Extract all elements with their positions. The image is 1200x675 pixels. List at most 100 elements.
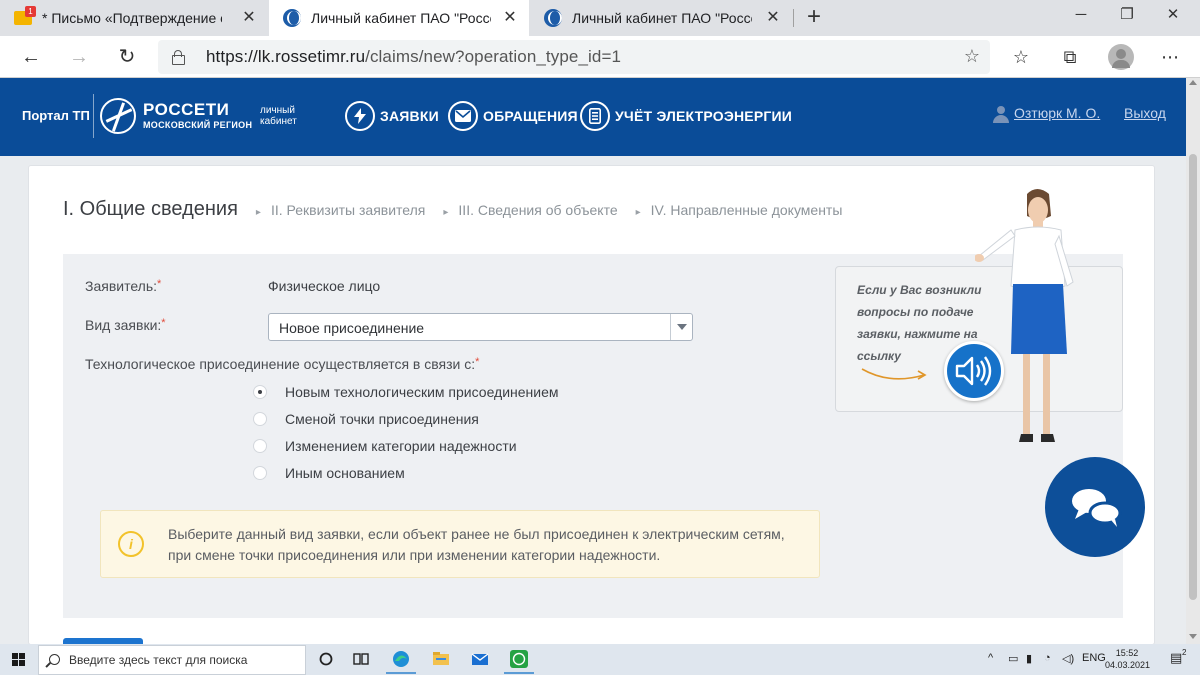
back-button[interactable]: ← [18, 44, 44, 70]
info-notice: i Выберите данный вид заявки, если объек… [100, 510, 820, 578]
windows-taskbar: Введите здесь текст для поиска ^ ▭ ▮ ◔ ◁… [0, 644, 1200, 675]
step-applicant-details[interactable]: II. Реквизиты заявителя [271, 202, 425, 218]
tray-volume-icon[interactable]: ◁) [1062, 652, 1074, 665]
notifications-icon[interactable]: ▤ [1170, 650, 1182, 666]
radio-change-category[interactable]: Изменением категории надежности [253, 438, 517, 454]
chat-bubbles-icon [1072, 489, 1122, 527]
info-icon: i [118, 531, 144, 557]
forward-button[interactable]: → [66, 44, 92, 70]
meter-icon [580, 101, 610, 131]
lightning-icon [345, 101, 375, 131]
page-scrollbar[interactable] [1186, 78, 1200, 644]
menu-claims[interactable]: ЗАЯВКИ [345, 100, 439, 132]
address-bar[interactable]: https://lk.rossetimr.ru/claims/new?opera… [158, 40, 990, 74]
step-object-info[interactable]: III. Сведения об объекте [458, 202, 617, 218]
radio-other-reason[interactable]: Иным основанием [253, 465, 405, 481]
chevron-right-icon: ▸ [635, 207, 641, 218]
favorites-icon[interactable]: ☆ [1008, 44, 1034, 70]
logout-link[interactable]: Выход [1124, 105, 1166, 121]
portal-tp-link[interactable]: Портал ТП [22, 108, 90, 123]
radio-change-point[interactable]: Сменой точки присоединения [253, 411, 479, 427]
search-icon [49, 654, 60, 665]
scroll-down-icon[interactable] [1189, 634, 1197, 639]
step-general-info[interactable]: I. Общие сведения [63, 198, 238, 221]
edge-browser-icon[interactable] [390, 649, 412, 669]
task-view-icon[interactable] [350, 649, 372, 669]
browser-toolbar: ← → ↻ https://lk.rossetimr.ru/claims/new… [0, 36, 1200, 78]
tab-title: * Письмо «Подтверждение e-m [42, 10, 222, 26]
tab-rosseti-active[interactable]: Личный кабинет ПАО "Россети ✕ [269, 0, 529, 36]
menu-label: ЗАЯВКИ [380, 108, 439, 124]
rosseti-favicon-icon [544, 9, 562, 27]
radio-button[interactable] [253, 466, 267, 480]
rosseti-favicon-icon [283, 9, 301, 27]
tray-device-icon[interactable]: ▭ [1008, 652, 1018, 665]
collections-icon[interactable]: ⧉ [1057, 44, 1083, 70]
personal-cabinet-label: личный кабинет [260, 105, 297, 127]
site-header: Портал ТП РОССЕТИ МОСКОВСКИЙ РЕГИОН личн… [0, 78, 1186, 156]
tab-title: Личный кабинет ПАО "Россети [572, 10, 752, 26]
user-name-link[interactable]: Озтюрк М. О. [1014, 105, 1100, 121]
mail-icon [14, 6, 36, 25]
chevron-down-icon[interactable] [670, 314, 692, 340]
profile-avatar[interactable] [1108, 44, 1134, 70]
cortana-icon[interactable] [315, 649, 337, 669]
restore-button[interactable]: ❐ [1104, 0, 1150, 32]
radio-button[interactable] [253, 385, 267, 399]
more-menu-icon[interactable]: ⋯ [1157, 44, 1183, 70]
menu-label: УЧЁТ ЭЛЕКТРОЭНЕРГИИ [615, 108, 793, 124]
radio-button[interactable] [253, 439, 267, 453]
mail-app-icon[interactable] [469, 649, 491, 669]
system-clock[interactable]: 15:52 04.03.2021 [1105, 647, 1150, 671]
user-icon [993, 106, 1009, 123]
radio-label: Сменой точки присоединения [285, 411, 479, 427]
reload-button[interactable]: ↻ [114, 44, 140, 70]
step-sent-documents[interactable]: IV. Направленные документы [651, 202, 843, 218]
taskbar-search-placeholder: Введите здесь текст для поиска [69, 653, 248, 667]
chevron-right-icon: ▸ [255, 207, 261, 218]
info-text: Выберите данный вид заявки, если объект … [168, 526, 785, 563]
connection-reason-label: Технологическое присоединение осуществля… [85, 356, 480, 372]
close-icon[interactable]: ✕ [764, 9, 782, 27]
radio-label: Новым технологическим присоединением [285, 384, 559, 400]
claim-type-select[interactable]: Новое присоединение [268, 313, 693, 341]
menu-appeals[interactable]: ОБРАЩЕНИЯ [448, 100, 578, 132]
tray-network-icon[interactable]: ◔ [1044, 652, 1051, 664]
tab-email[interactable]: * Письмо «Подтверждение e-m ✕ [0, 0, 268, 36]
curved-arrow-icon [861, 368, 927, 380]
logo-region: МОСКОВСКИЙ РЕГИОН [143, 120, 253, 130]
rosseti-logo-icon[interactable] [100, 98, 136, 134]
tray-battery-icon[interactable]: ▮ [1026, 652, 1032, 665]
chevron-right-icon: ▸ [443, 207, 449, 218]
window-close-button[interactable]: ✕ [1150, 0, 1196, 32]
file-explorer-icon[interactable] [430, 649, 452, 669]
claim-type-label: Вид заявки:* [85, 317, 166, 333]
applicant-value: Физическое лицо [268, 278, 381, 294]
whatsapp-icon[interactable] [508, 649, 530, 669]
minimize-button[interactable]: ─ [1058, 0, 1104, 32]
url-text: https://lk.rossetimr.ru/claims/new?opera… [206, 47, 622, 66]
chat-button[interactable] [1045, 457, 1145, 557]
radio-label: Изменением категории надежности [285, 438, 517, 454]
tab-rosseti[interactable]: Личный кабинет ПАО "Россети ✕ [530, 0, 792, 36]
tab-title: Личный кабинет ПАО "Россети [311, 10, 491, 26]
taskbar-search[interactable]: Введите здесь текст для поиска [38, 645, 306, 675]
new-tab-button[interactable]: + [800, 4, 828, 32]
scroll-thumb[interactable] [1189, 154, 1197, 600]
windows-start-icon[interactable] [12, 653, 25, 666]
scroll-up-icon[interactable] [1189, 80, 1197, 85]
radio-button[interactable] [253, 412, 267, 426]
logo-divider [93, 94, 94, 138]
close-icon[interactable]: ✕ [240, 9, 258, 27]
wizard-steps: I. Общие сведения ▸ II. Реквизиты заявит… [63, 198, 842, 221]
add-favorite-icon[interactable]: ☆ [964, 46, 980, 67]
tray-chevron-up-icon[interactable]: ^ [988, 652, 993, 664]
close-icon[interactable]: ✕ [501, 9, 519, 27]
radio-new-connection[interactable]: Новым технологическим присоединением [253, 384, 559, 400]
claim-type-value: Новое присоединение [279, 320, 425, 336]
language-indicator[interactable]: ENG [1082, 652, 1106, 664]
menu-electricity-metering[interactable]: УЧЁТ ЭЛЕКТРОЭНЕРГИИ [580, 100, 792, 132]
notification-count: 2 [1182, 648, 1187, 657]
tab-separator [793, 9, 794, 27]
menu-label: ОБРАЩЕНИЯ [483, 108, 578, 124]
